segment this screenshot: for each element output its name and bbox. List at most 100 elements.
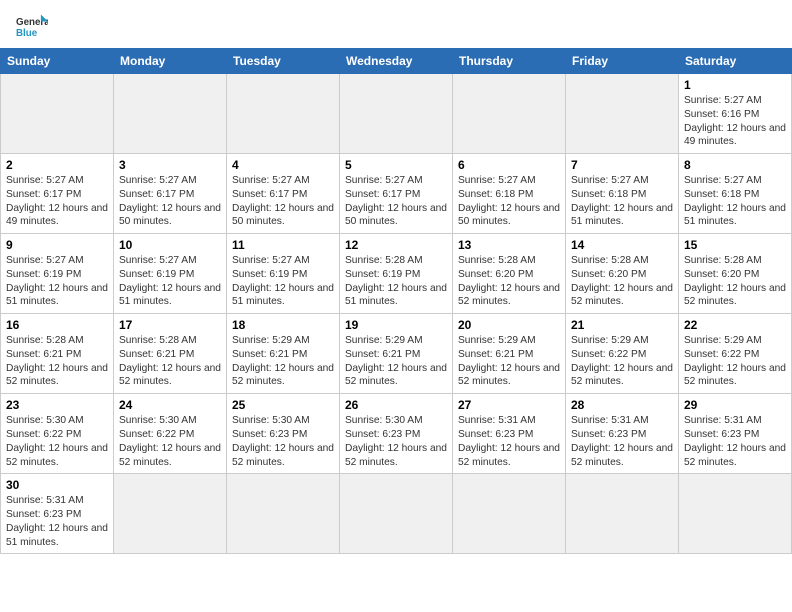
- day-number: 14: [571, 238, 673, 252]
- day-info: Sunrise: 5:28 AMSunset: 6:20 PMDaylight:…: [458, 254, 560, 309]
- day-number: 15: [684, 238, 786, 252]
- day-header-wednesday: Wednesday: [340, 49, 453, 74]
- day-info: Sunrise: 5:31 AMSunset: 6:23 PMDaylight:…: [6, 494, 108, 549]
- calendar-cell: [1, 74, 114, 154]
- day-info: Sunrise: 5:30 AMSunset: 6:22 PMDaylight:…: [6, 414, 108, 469]
- page-header: General Blue: [0, 0, 792, 48]
- calendar-cell: [679, 474, 792, 554]
- calendar-header-row: SundayMondayTuesdayWednesdayThursdayFrid…: [1, 49, 792, 74]
- general-blue-logo-icon: General Blue: [16, 12, 48, 40]
- calendar-cell: 3 Sunrise: 5:27 AMSunset: 6:17 PMDaylight…: [114, 154, 227, 234]
- calendar-cell: 27Sunrise: 5:31 AMSunset: 6:23 PMDayligh…: [453, 394, 566, 474]
- day-number: 30: [6, 478, 108, 492]
- day-number: 24: [119, 398, 221, 412]
- day-info: Sunrise: 5:28 AMSunset: 6:19 PMDaylight:…: [345, 254, 447, 309]
- day-number: 1: [684, 78, 786, 92]
- day-info: Sunrise: 5:27 AMSunset: 6:18 PMDaylight:…: [571, 174, 673, 229]
- calendar-cell: [453, 74, 566, 154]
- day-info: Sunrise: 5:28 AMSunset: 6:20 PMDaylight:…: [684, 254, 786, 309]
- calendar-week-row: 1 Sunrise: 5:27 AMSunset: 6:16 PMDaylight…: [1, 74, 792, 154]
- day-info: Sunrise: 5:27 AMSunset: 6:17 PMDaylight:…: [232, 174, 334, 229]
- calendar-cell: 21 Sunrise: 5:29 AMSunset: 6:22 PMDayligh…: [566, 314, 679, 394]
- day-number: 29: [684, 398, 786, 412]
- day-info: Sunrise: 5:29 AMSunset: 6:22 PMDaylight:…: [684, 334, 786, 389]
- day-number: 25: [232, 398, 334, 412]
- calendar-cell: 7 Sunrise: 5:27 AMSunset: 6:18 PMDaylight…: [566, 154, 679, 234]
- svg-text:Blue: Blue: [16, 28, 38, 39]
- calendar-cell: [227, 474, 340, 554]
- day-header-saturday: Saturday: [679, 49, 792, 74]
- calendar-cell: 24Sunrise: 5:30 AMSunset: 6:22 PMDayligh…: [114, 394, 227, 474]
- calendar-cell: 26Sunrise: 5:30 AMSunset: 6:23 PMDayligh…: [340, 394, 453, 474]
- calendar-cell: 22Sunrise: 5:29 AMSunset: 6:22 PMDayligh…: [679, 314, 792, 394]
- day-info: Sunrise: 5:29 AMSunset: 6:21 PMDaylight:…: [345, 334, 447, 389]
- calendar-cell: 28 Sunrise: 5:31 AMSunset: 6:23 PMDayligh…: [566, 394, 679, 474]
- day-info: Sunrise: 5:30 AMSunset: 6:23 PMDaylight:…: [232, 414, 334, 469]
- calendar-cell: 13 Sunrise: 5:28 AMSunset: 6:20 PMDayligh…: [453, 234, 566, 314]
- day-info: Sunrise: 5:29 AMSunset: 6:21 PMDaylight:…: [458, 334, 560, 389]
- calendar-cell: 6Sunrise: 5:27 AMSunset: 6:18 PMDaylight…: [453, 154, 566, 234]
- day-number: 27: [458, 398, 560, 412]
- day-number: 7: [571, 158, 673, 172]
- calendar-cell: [114, 74, 227, 154]
- day-info: Sunrise: 5:29 AMSunset: 6:21 PMDaylight:…: [232, 334, 334, 389]
- day-info: Sunrise: 5:27 AMSunset: 6:16 PMDaylight:…: [684, 94, 786, 149]
- day-number: 13: [458, 238, 560, 252]
- day-info: Sunrise: 5:27 AMSunset: 6:19 PMDaylight:…: [232, 254, 334, 309]
- calendar-cell: 15 Sunrise: 5:28 AMSunset: 6:20 PMDayligh…: [679, 234, 792, 314]
- day-info: Sunrise: 5:27 AMSunset: 6:17 PMDaylight:…: [6, 174, 108, 229]
- day-number: 11: [232, 238, 334, 252]
- day-number: 19: [345, 318, 447, 332]
- calendar-cell: 10 Sunrise: 5:27 AMSunset: 6:19 PMDayligh…: [114, 234, 227, 314]
- day-header-friday: Friday: [566, 49, 679, 74]
- day-header-tuesday: Tuesday: [227, 49, 340, 74]
- calendar-cell: 23Sunrise: 5:30 AMSunset: 6:22 PMDayligh…: [1, 394, 114, 474]
- day-header-sunday: Sunday: [1, 49, 114, 74]
- calendar-cell: 30 Sunrise: 5:31 AMSunset: 6:23 PMDayligh…: [1, 474, 114, 554]
- day-number: 10: [119, 238, 221, 252]
- day-number: 28: [571, 398, 673, 412]
- calendar-week-row: 2 Sunrise: 5:27 AMSunset: 6:17 PMDaylight…: [1, 154, 792, 234]
- calendar-cell: [227, 74, 340, 154]
- calendar-cell: 4Sunrise: 5:27 AMSunset: 6:17 PMDaylight…: [227, 154, 340, 234]
- day-number: 2: [6, 158, 108, 172]
- calendar-cell: [340, 474, 453, 554]
- calendar-cell: 20 Sunrise: 5:29 AMSunset: 6:21 PMDayligh…: [453, 314, 566, 394]
- day-info: Sunrise: 5:29 AMSunset: 6:22 PMDaylight:…: [571, 334, 673, 389]
- day-number: 3: [119, 158, 221, 172]
- calendar-cell: [340, 74, 453, 154]
- calendar-cell: 18 Sunrise: 5:29 AMSunset: 6:21 PMDayligh…: [227, 314, 340, 394]
- day-number: 26: [345, 398, 447, 412]
- day-info: Sunrise: 5:27 AMSunset: 6:19 PMDaylight:…: [119, 254, 221, 309]
- day-info: Sunrise: 5:28 AMSunset: 6:21 PMDaylight:…: [119, 334, 221, 389]
- calendar-table: SundayMondayTuesdayWednesdayThursdayFrid…: [0, 48, 792, 554]
- calendar-cell: 8Sunrise: 5:27 AMSunset: 6:18 PMDaylight…: [679, 154, 792, 234]
- calendar-cell: 5Sunrise: 5:27 AMSunset: 6:17 PMDaylight…: [340, 154, 453, 234]
- day-info: Sunrise: 5:27 AMSunset: 6:19 PMDaylight:…: [6, 254, 108, 309]
- day-number: 5: [345, 158, 447, 172]
- day-number: 17: [119, 318, 221, 332]
- day-number: 20: [458, 318, 560, 332]
- day-info: Sunrise: 5:27 AMSunset: 6:18 PMDaylight:…: [458, 174, 560, 229]
- day-number: 12: [345, 238, 447, 252]
- calendar-cell: 12 Sunrise: 5:28 AMSunset: 6:19 PMDayligh…: [340, 234, 453, 314]
- day-info: Sunrise: 5:28 AMSunset: 6:21 PMDaylight:…: [6, 334, 108, 389]
- logo: General Blue: [16, 12, 48, 40]
- calendar-cell: [566, 74, 679, 154]
- day-number: 18: [232, 318, 334, 332]
- day-info: Sunrise: 5:27 AMSunset: 6:17 PMDaylight:…: [119, 174, 221, 229]
- day-number: 8: [684, 158, 786, 172]
- day-info: Sunrise: 5:31 AMSunset: 6:23 PMDaylight:…: [684, 414, 786, 469]
- day-number: 21: [571, 318, 673, 332]
- calendar-week-row: 9Sunrise: 5:27 AMSunset: 6:19 PMDaylight…: [1, 234, 792, 314]
- day-info: Sunrise: 5:31 AMSunset: 6:23 PMDaylight:…: [571, 414, 673, 469]
- calendar-cell: 25 Sunrise: 5:30 AMSunset: 6:23 PMDayligh…: [227, 394, 340, 474]
- day-header-thursday: Thursday: [453, 49, 566, 74]
- calendar-cell: 2 Sunrise: 5:27 AMSunset: 6:17 PMDaylight…: [1, 154, 114, 234]
- calendar-cell: [566, 474, 679, 554]
- calendar-cell: 29 Sunrise: 5:31 AMSunset: 6:23 PMDayligh…: [679, 394, 792, 474]
- calendar-cell: 16Sunrise: 5:28 AMSunset: 6:21 PMDayligh…: [1, 314, 114, 394]
- calendar-cell: [453, 474, 566, 554]
- calendar-cell: 9Sunrise: 5:27 AMSunset: 6:19 PMDaylight…: [1, 234, 114, 314]
- day-info: Sunrise: 5:28 AMSunset: 6:20 PMDaylight:…: [571, 254, 673, 309]
